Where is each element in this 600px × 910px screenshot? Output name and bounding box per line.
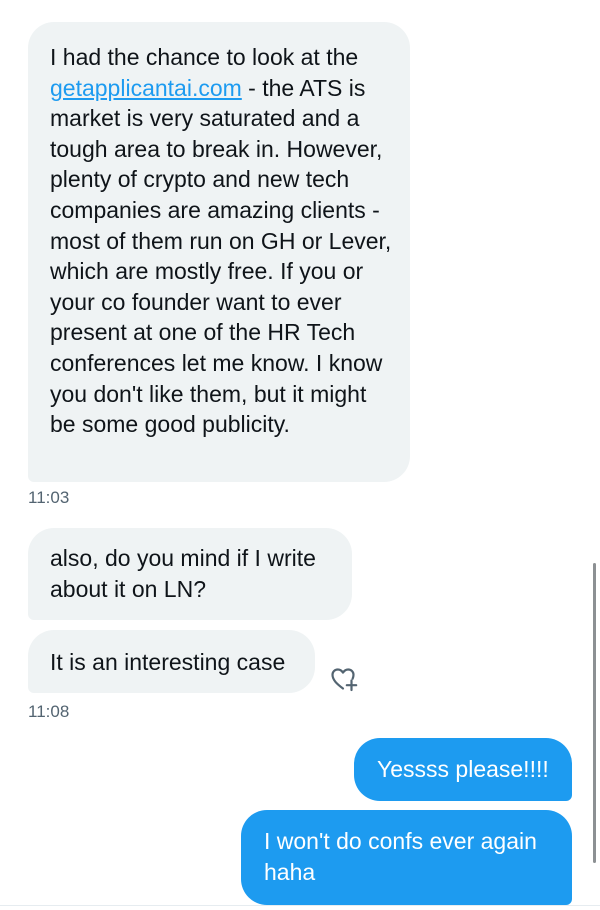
heart-plus-icon[interactable] — [329, 664, 359, 692]
message-text-start: I had the chance to look at the — [50, 44, 359, 70]
dm-conversation: I had the chance to look at the getapplic… — [0, 0, 600, 910]
message-timestamp: 11:03 — [28, 488, 70, 507]
message-text: also, do you mind if I write about it on… — [50, 545, 316, 602]
scrollbar[interactable] — [593, 563, 596, 863]
outgoing-message-bubble[interactable]: Yessss please!!!! — [354, 738, 572, 801]
message-link[interactable]: getapplicantai.com — [50, 75, 242, 101]
incoming-message-bubble[interactable]: I had the chance to look at the getapplic… — [28, 22, 410, 482]
divider — [0, 905, 600, 906]
message-text-rest: - the ATS is market is very saturated an… — [50, 74, 392, 438]
message-text: Yessss please!!!! — [377, 756, 549, 782]
incoming-message-bubble[interactable]: also, do you mind if I write about it on… — [28, 528, 352, 620]
outgoing-message-bubble[interactable]: I won't do confs ever again haha — [241, 810, 572, 905]
message-text: I won't do confs ever again haha — [264, 828, 537, 885]
message-text: It is an interesting case — [50, 649, 286, 675]
incoming-message-bubble[interactable]: It is an interesting case — [28, 630, 315, 693]
message-text: I had the chance to look at the getapplic… — [50, 42, 392, 440]
message-timestamp: 11:08 — [28, 702, 70, 721]
